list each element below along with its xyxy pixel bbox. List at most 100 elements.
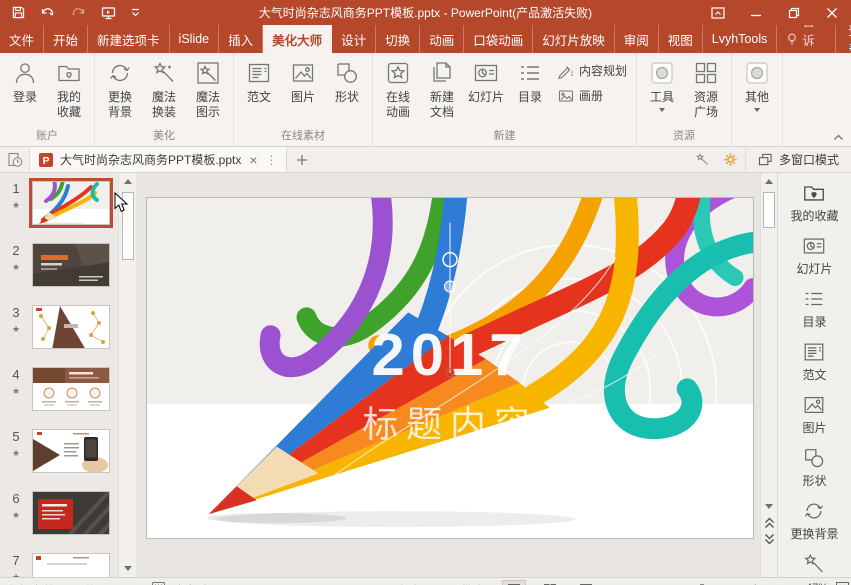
document-tab[interactable]: P 大气时尚杂志风商务PPT模板.pptx × ⋮ [30, 147, 287, 172]
tab-pocket-animation[interactable]: 口袋动画 [464, 25, 533, 53]
new-tab-button[interactable] [287, 147, 317, 172]
slides-button[interactable]: 幻灯片 [464, 54, 508, 105]
canvas-scrollbar-thumb[interactable] [763, 192, 775, 228]
tab-islide[interactable]: iSlide [170, 25, 220, 53]
slide-thumbnail[interactable] [32, 553, 110, 577]
reading-view-icon[interactable] [574, 580, 598, 585]
redo-icon[interactable] [72, 6, 86, 19]
previous-slide-icon[interactable] [761, 515, 778, 531]
titlebar: 大气时尚杂志风商务PPT模板.pptx - PowerPoint(产品激活失败) [0, 0, 851, 25]
canvas-scrollbar[interactable] [760, 173, 777, 577]
sidebar-item-favorites[interactable]: 我的收藏 [790, 181, 838, 224]
other-dropdown-button[interactable]: 其他 [735, 54, 779, 112]
slide-thumbnail-7[interactable]: 7★ [0, 553, 118, 577]
slide-thumbnail[interactable] [32, 243, 110, 287]
slideshow-view-icon[interactable] [610, 580, 634, 585]
list-icon [802, 287, 826, 311]
login-button[interactable]: 登录 [3, 54, 47, 105]
tab-review[interactable]: 审阅 [615, 25, 659, 53]
pictures-button[interactable]: 图片 [281, 54, 325, 105]
gear-icon[interactable] [717, 147, 745, 173]
slide-thumbnail-4[interactable]: 4★ [0, 367, 118, 411]
slide-thumbnail[interactable] [32, 305, 110, 349]
scroll-down-icon[interactable] [119, 560, 137, 577]
photo-album-button[interactable]: 画册 [558, 87, 627, 104]
tell-me-box[interactable]: 告诉我... [777, 25, 836, 53]
sidebar-item-magic-dressup[interactable]: 魔法换装 [786, 552, 843, 577]
sidebar-item-pictures[interactable]: 图片 [802, 393, 826, 436]
wand-box-icon [195, 58, 221, 88]
tab-insert[interactable]: 插入 [219, 25, 263, 53]
sidebar-item-change-background[interactable]: 更换背景 [790, 499, 838, 542]
scroll-up-icon[interactable] [760, 173, 778, 190]
star-box-icon [385, 58, 411, 88]
tab-new-tab[interactable]: 新建选项卡 [88, 25, 170, 53]
ribbon-display-options-icon[interactable] [699, 0, 737, 25]
slide-thumbnail-5[interactable]: 5★ [0, 429, 118, 473]
multi-window-mode-button[interactable]: 多窗口模式 [745, 147, 851, 173]
slide-thumbnail-3[interactable]: 3★ [0, 305, 118, 349]
sidebar-item-shapes[interactable]: 形状 [802, 446, 826, 489]
chevron-down-icon [754, 108, 760, 112]
tab-lvyhtools[interactable]: LvyhTools [703, 25, 778, 53]
group-label: 在线素材 [237, 129, 369, 146]
tab-meihua-master[interactable]: 美化大师 [263, 25, 332, 53]
qat-customize-icon[interactable] [131, 8, 140, 17]
close-tab-icon[interactable]: × [247, 152, 259, 168]
next-slide-icon[interactable] [761, 531, 778, 547]
resource-plaza-button[interactable]: 资源广场 [684, 54, 728, 120]
sidebar-item-slides[interactable]: 幻灯片 [796, 234, 832, 277]
tools-dropdown-button[interactable]: 工具 [640, 54, 684, 112]
slide-thumbnail-2[interactable]: 2★ [0, 243, 118, 287]
pen-icon [558, 63, 574, 79]
history-icon[interactable] [0, 147, 30, 172]
tab-animations[interactable]: 动画 [420, 25, 464, 53]
tab-transitions[interactable]: 切换 [376, 25, 420, 53]
folder-heart-icon [56, 58, 82, 88]
sample-docs-button[interactable]: 范文 [237, 54, 281, 105]
undo-icon[interactable] [40, 6, 57, 19]
new-document-button[interactable]: 新建文档 [420, 54, 464, 120]
slide-thumbnail[interactable] [32, 181, 110, 225]
login-link[interactable]: 登录 [836, 25, 851, 53]
minimize-button[interactable] [737, 0, 775, 25]
ribbon-group-other: 其他 [732, 53, 783, 146]
scroll-up-icon[interactable] [119, 173, 137, 190]
magic-wand-small-icon[interactable] [689, 147, 717, 173]
slide-thumbnail-6[interactable]: 6★ [0, 491, 118, 535]
slide-thumbnail-1[interactable]: 1★ [0, 181, 118, 225]
ribbon-tab-bar: 文件 开始 新建选项卡 iSlide 插入 美化大师 设计 切换 动画 口袋动画… [0, 25, 851, 53]
slide-thumbnail[interactable] [32, 429, 110, 473]
tab-slideshow[interactable]: 幻灯片放映 [533, 25, 615, 53]
table-of-contents-button[interactable]: 目录 [508, 54, 552, 105]
online-animation-button[interactable]: 在线动画 [376, 54, 420, 120]
change-background-button[interactable]: 更换背景 [98, 54, 142, 120]
save-icon[interactable] [12, 6, 25, 19]
tab-design[interactable]: 设计 [332, 25, 376, 53]
content-planning-button[interactable]: 内容规划 [558, 62, 627, 79]
slide-stage[interactable]: 2017 标题内容 [146, 197, 754, 539]
sidebar-item-toc[interactable]: 目录 [802, 287, 826, 330]
normal-view-icon[interactable] [502, 580, 526, 585]
tab-home[interactable]: 开始 [44, 25, 88, 53]
tab-file[interactable]: 文件 [0, 25, 44, 53]
magic-dressup-button[interactable]: 魔法换装 [142, 54, 186, 120]
panel-scrollbar[interactable] [118, 173, 136, 577]
slide-sorter-view-icon[interactable] [538, 580, 562, 585]
slide-thumbnail[interactable] [32, 367, 110, 411]
my-favorites-button[interactable]: 我的收藏 [47, 54, 91, 120]
slide-canvas[interactable]: 2017 标题内容 [136, 173, 760, 577]
magic-diagram-button[interactable]: 魔法图示 [186, 54, 230, 120]
tab-more-icon[interactable]: ⋮ [266, 153, 278, 167]
sidebar-item-sample-docs[interactable]: 范文 [802, 340, 826, 383]
group-label: 新建 [376, 129, 633, 146]
tab-view[interactable]: 视图 [659, 25, 703, 53]
scroll-down-icon[interactable] [760, 498, 778, 515]
collapse-ribbon-icon[interactable] [833, 134, 844, 141]
new-document-icon [429, 58, 455, 88]
slide-thumbnail[interactable] [32, 491, 110, 535]
slideshow-icon[interactable] [101, 6, 116, 20]
restore-button[interactable] [775, 0, 813, 25]
close-button[interactable] [813, 0, 851, 25]
shapes-button[interactable]: 形状 [325, 54, 369, 105]
